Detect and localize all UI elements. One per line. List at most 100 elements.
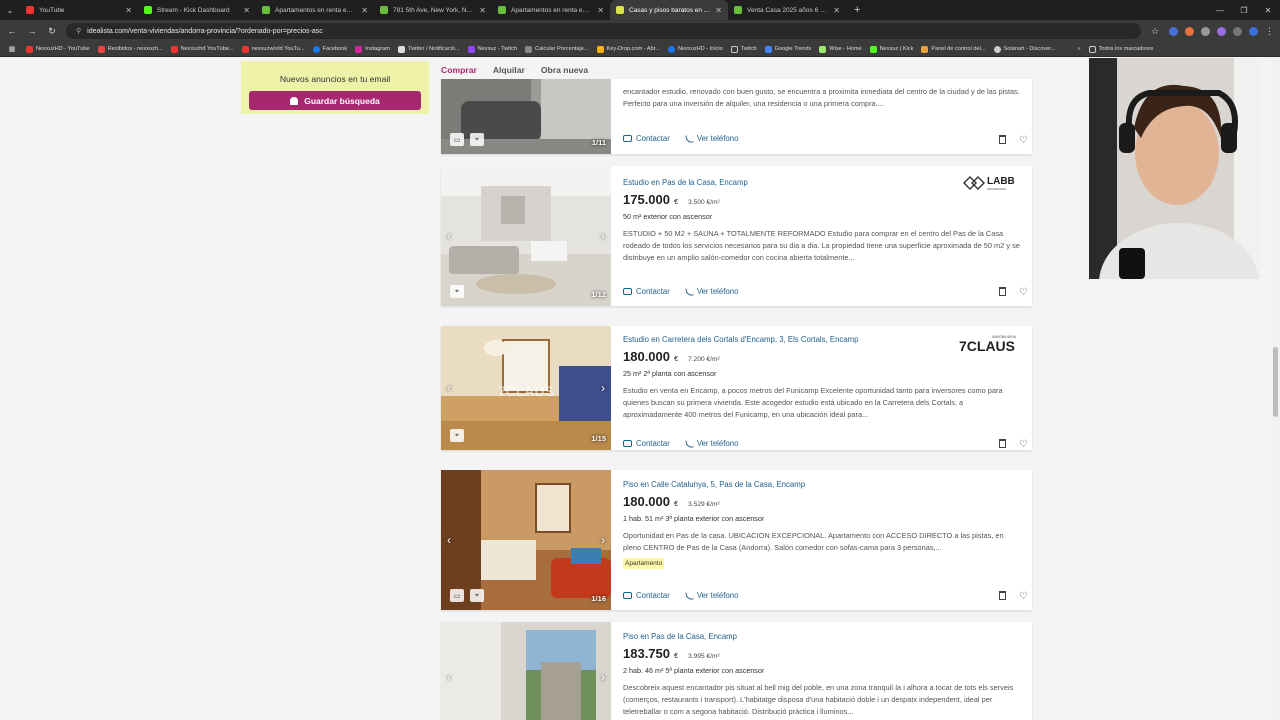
listing-photo[interactable]: 7CLAUS 1/15 ‹ › ⌖ (441, 326, 611, 450)
listing-photo[interactable]: ‹ › (441, 622, 611, 720)
bookmark-item[interactable]: Twitter / Notificació... (398, 45, 460, 53)
browser-tab[interactable]: YouTube ✕ (20, 0, 138, 20)
contact-button[interactable]: Contactar (623, 134, 670, 143)
contact-button[interactable]: Contactar (623, 439, 670, 448)
browser-tab[interactable]: Apartamentos en renta en Las... ✕ (492, 0, 610, 20)
bookmark-item[interactable]: Nexxuzhd YouTube... (170, 45, 234, 53)
maximize-icon[interactable]: ❐ (1232, 6, 1256, 15)
heart-icon[interactable]: ♡ (1019, 439, 1028, 450)
browser-tab[interactable]: 781 5th Ave, New York, NY 10... ✕ (374, 0, 492, 20)
listing-photo[interactable]: 1/16 ‹ › ▭ ⌖ (441, 470, 611, 610)
contact-button[interactable]: Contactar (623, 287, 670, 296)
listing-title[interactable]: Estudio en Carretera dels Cortals d'Enca… (623, 335, 859, 344)
bookmark-item[interactable]: Facebook (312, 45, 347, 53)
tab-alquilar[interactable]: Alquilar (493, 65, 525, 75)
view-phone-button[interactable]: Ver teléfono (685, 438, 738, 449)
back-icon[interactable]: ← (6, 26, 18, 36)
listing-card[interactable]: 1/16 ‹ › ▭ ⌖ Piso en Calle Catalunya, 5,… (441, 470, 1032, 610)
heart-icon[interactable]: ♡ (1019, 287, 1028, 298)
prev-photo-icon[interactable]: ‹ (447, 670, 451, 684)
next-photo-icon[interactable]: › (601, 533, 605, 547)
extension-icon[interactable] (1201, 26, 1210, 36)
map-pin-icon[interactable]: ⌖ (470, 589, 484, 602)
tab-search-icon[interactable]: ⌄ (0, 6, 20, 15)
contact-button[interactable]: Contactar (623, 591, 670, 600)
site-info-icon[interactable]: ⚲ (76, 27, 81, 35)
save-search-button[interactable]: Guardar búsqueda (249, 91, 421, 110)
next-photo-icon[interactable]: › (601, 670, 605, 684)
browser-tab-active[interactable]: Casas y pisos baratos en Ando... ✕ (610, 0, 728, 20)
bookmark-item[interactable]: Google Trends (764, 45, 811, 53)
bookmark-item[interactable]: nexxuzworld YouTu... (241, 45, 305, 53)
bookmark-item[interactable]: Calcular Porcentaje... (525, 45, 589, 53)
bookmark-item[interactable]: Recibidos - nexxuzh... (97, 45, 163, 53)
bookmark-item[interactable]: Key-Drop.com - Abr... (596, 45, 660, 53)
video-icon[interactable]: ▭ (450, 589, 464, 602)
all-bookmarks[interactable]: Todos los marcadores (1088, 45, 1153, 53)
listing-photo[interactable]: 1/12 ‹ › ⌖ (441, 166, 611, 306)
bookmark-item[interactable]: Solanart - Discover... (993, 45, 1055, 53)
reload-icon[interactable]: ↻ (46, 26, 58, 37)
listing-title[interactable]: Piso en Calle Catalunya, 5, Pas de la Ca… (623, 480, 805, 489)
listing-title[interactable]: Estudio en Pas de la Casa, Encamp (623, 178, 748, 187)
bookmark-item[interactable]: Panel de control del... (921, 45, 986, 53)
minimize-icon[interactable]: — (1208, 6, 1232, 15)
scrollbar[interactable] (1271, 57, 1280, 720)
bookmark-item[interactable]: NexxuzHD - YouTube (26, 45, 90, 53)
trash-icon[interactable] (999, 287, 1007, 296)
prev-photo-icon[interactable]: ‹ (447, 381, 451, 395)
map-pin-icon[interactable]: ⌖ (450, 429, 464, 442)
prev-photo-icon[interactable]: ‹ (447, 533, 451, 547)
listing-card[interactable]: 1/12 ‹ › ⌖ Estudio en Pas de la Casa, En… (441, 166, 1032, 306)
extension-icon[interactable] (1169, 26, 1178, 36)
heart-icon[interactable]: ♡ (1019, 135, 1028, 146)
bookmark-item[interactable]: Wise - Home (819, 45, 862, 53)
extension-icon[interactable] (1185, 26, 1194, 36)
listing-title[interactable]: Piso en Pas de la Casa, Encamp (623, 632, 737, 641)
listing-photo[interactable]: 1/11 ▭ ⌖ (441, 79, 611, 154)
listing-card[interactable]: 1/11 ▭ ⌖ encantador estudio, renovado co… (441, 79, 1032, 154)
prev-photo-icon[interactable]: ‹ (447, 229, 451, 243)
browser-tab[interactable]: Stream - Kick Dashboard ✕ (138, 0, 256, 20)
agency-logo[interactable]: LABB PROPERTIES (960, 172, 1020, 199)
bookmark-item[interactable]: Nexxuz - Twitch (467, 45, 517, 53)
map-pin-icon[interactable]: ⌖ (450, 285, 464, 298)
profile-avatar-icon[interactable] (1249, 26, 1258, 36)
browser-tab[interactable]: Apartamentos en renta en New... ✕ (256, 0, 374, 20)
view-phone-button[interactable]: Ver teléfono (685, 590, 738, 601)
close-icon[interactable]: ✕ (479, 6, 486, 15)
heart-icon[interactable]: ♡ (1019, 591, 1028, 602)
video-icon[interactable]: ▭ (450, 133, 464, 146)
bookmark-item[interactable]: Twitch (730, 45, 757, 53)
view-phone-button[interactable]: Ver teléfono (685, 133, 738, 144)
tab-obra-nueva[interactable]: Obra nueva (541, 65, 588, 75)
close-icon[interactable]: ✕ (833, 6, 840, 15)
close-icon[interactable]: ✕ (243, 6, 250, 15)
apps-grid-icon[interactable]: ▦ (6, 45, 18, 53)
trash-icon[interactable] (999, 439, 1007, 448)
close-icon[interactable]: ✕ (715, 6, 722, 15)
view-phone-button[interactable]: Ver teléfono (685, 286, 738, 297)
scrollbar-thumb[interactable] (1273, 347, 1278, 417)
trash-icon[interactable] (999, 591, 1007, 600)
forward-icon[interactable]: → (26, 26, 38, 36)
close-icon[interactable]: ✕ (597, 6, 604, 15)
listing-card[interactable]: 7CLAUS 1/15 ‹ › ⌖ Estudio en Carretera d… (441, 326, 1032, 450)
close-icon[interactable]: ✕ (361, 6, 368, 15)
extensions-puzzle-icon[interactable] (1233, 26, 1242, 36)
bookmark-star-icon[interactable]: ☆ (1149, 26, 1161, 37)
url-field[interactable]: ⚲ idealista.com/venta-viviendas/andorra-… (66, 23, 1141, 39)
bookmarks-overflow-icon[interactable]: » (1077, 46, 1080, 52)
bookmark-item[interactable]: NexxuzHD - Inicio (667, 45, 723, 53)
next-photo-icon[interactable]: › (601, 229, 605, 243)
bookmark-item[interactable]: Instagram (355, 45, 390, 53)
close-window-icon[interactable]: ✕ (1256, 6, 1280, 15)
next-photo-icon[interactable]: › (601, 381, 605, 395)
new-tab-button[interactable]: + (846, 4, 868, 16)
map-pin-icon[interactable]: ⌖ (470, 133, 484, 146)
tab-comprar[interactable]: Comprar (441, 65, 477, 75)
listing-card[interactable]: ‹ › Piso en Pas de la Casa, Encamp 183.7… (441, 622, 1032, 720)
close-icon[interactable]: ✕ (125, 6, 132, 15)
extension-icon[interactable] (1217, 26, 1226, 36)
menu-dots-icon[interactable]: ⋮ (1265, 26, 1274, 37)
